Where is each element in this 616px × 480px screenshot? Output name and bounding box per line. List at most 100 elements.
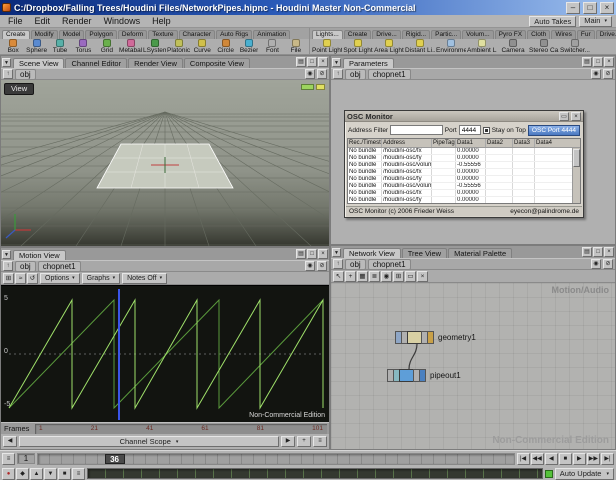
breadcrumb[interactable]: chopnet1	[38, 261, 81, 272]
menu-item[interactable]: Render	[56, 15, 98, 27]
split-horizontal-icon[interactable]: ▤	[296, 249, 306, 259]
shelf-tab[interactable]: Create	[2, 30, 30, 39]
osc-minimize-icon[interactable]: ▭	[559, 112, 569, 121]
shelf-tool[interactable]: Circle	[214, 39, 236, 54]
transport-button[interactable]: ▶▶	[587, 453, 600, 465]
shelf-tool[interactable]: File	[285, 39, 307, 54]
channel-scope-dropdown[interactable]: Channel Scope ▾	[19, 436, 279, 447]
pin-icon[interactable]: ◉	[305, 69, 315, 79]
scrollbar-thumb[interactable]	[573, 149, 580, 167]
table-row[interactable]: No bundle/houdini-osc/volume -0.55556	[348, 162, 572, 169]
pane-tab[interactable]: Parameters	[343, 58, 394, 68]
node-geometry1[interactable]: geometry1	[395, 331, 476, 344]
maximize-pane-icon[interactable]: □	[593, 57, 603, 67]
shelf-tab[interactable]: Create	[344, 30, 372, 39]
network-toolbar-icon[interactable]: ×	[417, 271, 428, 282]
menu-item[interactable]: File	[2, 15, 29, 27]
pane-tab[interactable]: Motion View	[13, 250, 66, 260]
lock-icon[interactable]: ⊘	[603, 69, 613, 79]
playback-range-bar[interactable]	[87, 468, 543, 479]
pane-menu-icon[interactable]: ▼	[2, 58, 11, 67]
osc-dialog-titlebar[interactable]: OSC Monitor ▭ ×	[345, 111, 583, 122]
playbar-tool-icon[interactable]: ▼	[44, 468, 57, 480]
split-horizontal-icon[interactable]: ▤	[296, 57, 306, 67]
maximize-pane-icon[interactable]: □	[593, 247, 603, 257]
playbar-tool-icon[interactable]: ◆	[16, 468, 29, 480]
network-toolbar-icon[interactable]: ↖	[333, 271, 344, 282]
menu-item[interactable]: Edit	[29, 15, 57, 27]
table-row[interactable]: No bundle/houdini-osc/fy 0.00000	[348, 155, 572, 162]
osc-close-icon[interactable]: ×	[571, 112, 581, 121]
pin-icon[interactable]: ◉	[591, 259, 601, 269]
pane-menu-icon[interactable]: ▼	[2, 250, 11, 259]
address-filter-input[interactable]	[390, 125, 443, 135]
frame-ruler-ticks[interactable]: 121416181101	[35, 424, 327, 434]
pane-menu-icon[interactable]: ▼	[332, 58, 341, 67]
minimize-button[interactable]: –	[566, 2, 580, 14]
path-up-icon[interactable]: ↑	[333, 69, 343, 79]
menu-item[interactable]: Help	[146, 15, 177, 27]
breadcrumb[interactable]: obj	[345, 259, 366, 270]
pane-menu-icon[interactable]: ▼	[332, 248, 341, 257]
close-pane-icon[interactable]: ×	[604, 57, 614, 67]
shelf-tab[interactable]: Model	[59, 30, 85, 39]
transport-button[interactable]: ▶|	[601, 453, 614, 465]
shelf-tool[interactable]: Bezier	[238, 39, 260, 54]
options-dropdown[interactable]: Options▾	[40, 273, 80, 284]
breadcrumb[interactable]: obj	[15, 69, 36, 80]
osc-column-header[interactable]: Data4	[535, 139, 572, 147]
transport-button[interactable]: ◀◀	[531, 453, 544, 465]
shelf-tool[interactable]: Torus	[72, 39, 94, 54]
shelf-tool[interactable]: Area Light	[374, 39, 404, 54]
transport-button[interactable]: ▶	[573, 453, 586, 465]
osc-column-header[interactable]: Rec./Timestamp	[348, 139, 382, 147]
close-pane-icon[interactable]: ×	[318, 249, 328, 259]
table-row[interactable]: No bundle/houdini-osc/fy 0.00000	[348, 197, 572, 203]
shelf-tool[interactable]: Switcher...	[560, 39, 590, 54]
shelf-tool[interactable]: Camera	[498, 39, 528, 54]
shelf-tab[interactable]: Lights...	[312, 30, 343, 39]
breadcrumb[interactable]: chopnet1	[368, 69, 411, 80]
auto-takes-button[interactable]: Auto Takes	[529, 16, 576, 27]
shelf-tool[interactable]: Environme...	[436, 39, 466, 54]
shelf-tab[interactable]: Animation	[253, 30, 290, 39]
graphs-dropdown[interactable]: Graphs▾	[82, 273, 120, 284]
shelf-tab[interactable]: Texture	[148, 30, 177, 39]
table-row[interactable]: No bundle/houdini-osc/volume -0.55556	[348, 183, 572, 190]
close-button[interactable]: ×	[600, 2, 614, 14]
close-pane-icon[interactable]: ×	[604, 247, 614, 257]
path-up-icon[interactable]: ↑	[333, 259, 343, 269]
table-row[interactable]: No bundle/houdini-osc/fx 0.00000	[348, 190, 572, 197]
view-menu-button[interactable]: View	[4, 83, 34, 95]
playbar-menu-icon[interactable]: ≡	[2, 453, 15, 465]
pane-tab[interactable]: Scene View	[13, 58, 64, 68]
shelf-tab[interactable]: Deform	[118, 30, 147, 39]
shelf-tab[interactable]: Character	[179, 30, 216, 39]
timeline-slider[interactable]: 36	[37, 453, 515, 465]
pane-tab[interactable]: Material Palette	[448, 248, 512, 258]
shelf-tool[interactable]: Tube	[49, 39, 71, 54]
start-frame-field[interactable]: 1	[17, 453, 35, 464]
pane-tab[interactable]: Render View	[128, 58, 183, 68]
table-row[interactable]: No bundle/houdini-osc/fx 0.00000	[348, 169, 572, 176]
breadcrumb[interactable]: chopnet1	[368, 259, 411, 270]
menu-item[interactable]: Windows	[98, 15, 147, 27]
network-toolbar-icon[interactable]: ⊞	[393, 271, 404, 282]
viewport-indicator-yellow[interactable]	[316, 84, 325, 90]
take-menu[interactable]: Main ▾	[579, 16, 612, 27]
split-horizontal-icon[interactable]: ▤	[582, 57, 592, 67]
port-input[interactable]	[459, 125, 481, 135]
playbar-tool-icon[interactable]: ●	[2, 468, 15, 480]
osc-port-button[interactable]: OSC Port 4444	[528, 125, 580, 136]
network-toolbar-icon[interactable]: ▭	[405, 271, 416, 282]
shelf-tool[interactable]: Ambient L...	[467, 39, 497, 54]
shelf-tab[interactable]: Cloth	[527, 30, 550, 39]
scope-options-icon[interactable]: ≡	[313, 436, 327, 447]
shelf-tab[interactable]: Auto Rigs	[216, 30, 252, 39]
table-row[interactable]: No bundle/houdini-osc/fy 0.00000	[348, 176, 572, 183]
pipeout-node-icon[interactable]	[399, 369, 414, 382]
motion-toolbar-icon[interactable]: ⊞	[3, 273, 14, 284]
maximize-button[interactable]: □	[583, 2, 597, 14]
lock-icon[interactable]: ⊘	[317, 261, 327, 271]
shelf-tool[interactable]: Distant Li...	[405, 39, 435, 54]
